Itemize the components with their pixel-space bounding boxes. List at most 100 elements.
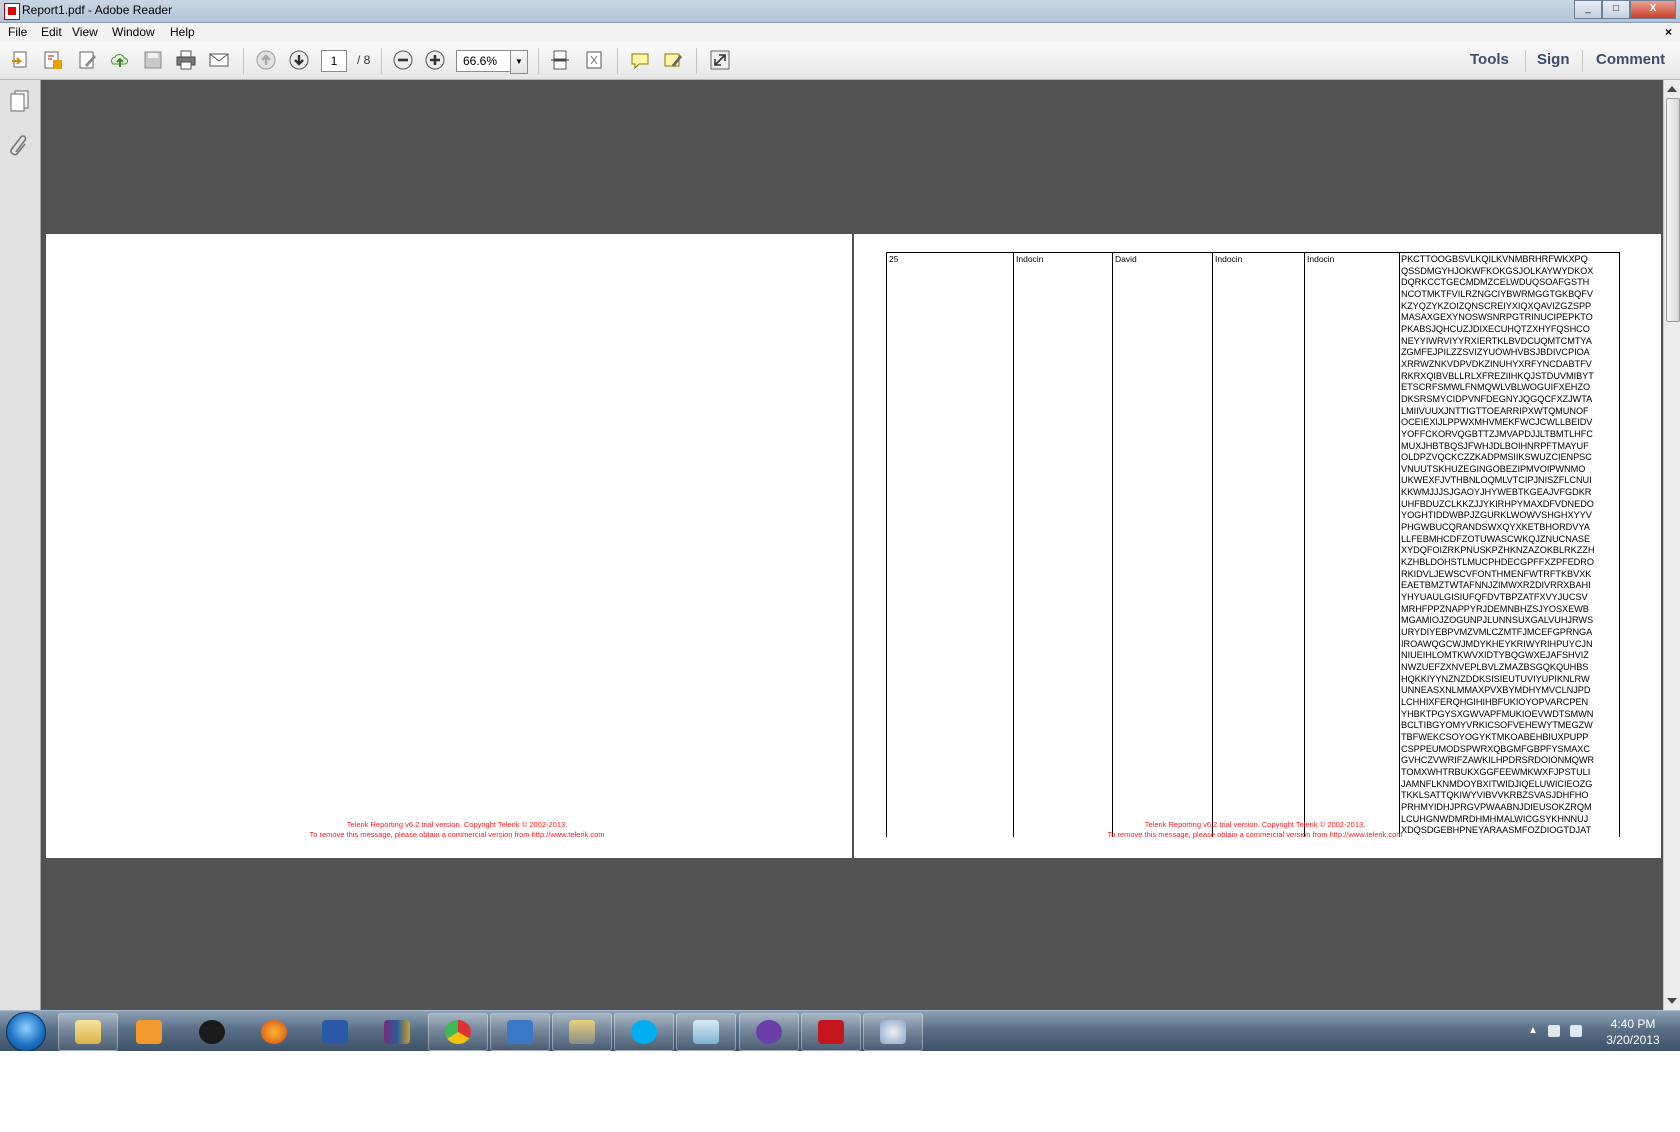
taskbar-chrome[interactable] — [428, 1013, 488, 1051]
watermark-line-1: Telerik Reporting v6.2 trial version. Co… — [346, 820, 568, 829]
zoom-dropdown-button[interactable]: ▼ — [510, 50, 528, 74]
system-clock[interactable]: 4:40 PM 3/20/2013 — [1598, 1016, 1668, 1048]
maximize-button[interactable]: □ — [1602, 0, 1630, 19]
firefox-icon — [261, 1020, 287, 1044]
zoom-in-button[interactable] — [424, 49, 446, 71]
minus-circle-icon — [393, 50, 413, 70]
upload-cloud-button[interactable] — [109, 49, 131, 71]
edit-pdf-button[interactable] — [77, 49, 99, 71]
watermark-line-1: Telerik Reporting v6.2 trial version. Co… — [1144, 820, 1366, 829]
table-cell: Indocin — [1215, 254, 1243, 264]
paperclip-icon — [10, 135, 27, 156]
fit-page-button[interactable] — [583, 49, 605, 71]
fit-page-icon — [586, 51, 602, 69]
tools-pane-button[interactable]: Tools — [1470, 51, 1509, 68]
page-number-input[interactable]: 1 — [321, 50, 347, 72]
toolbar-separator — [538, 48, 539, 74]
network-icon[interactable] — [1548, 1025, 1560, 1037]
taskbar-hp[interactable] — [182, 1013, 242, 1051]
scroll-up-arrow-icon[interactable] — [1667, 86, 1677, 92]
taskbar-skype[interactable] — [614, 1013, 674, 1051]
edit-pdf-icon — [79, 51, 96, 69]
taskbar-app-blue[interactable] — [490, 1013, 550, 1051]
menu-file[interactable]: File — [8, 25, 27, 39]
taskbar-explorer[interactable] — [58, 1013, 118, 1051]
media-player-icon — [136, 1020, 162, 1044]
column-border — [1399, 252, 1400, 837]
close-document-button[interactable]: × — [1665, 25, 1672, 39]
windows-taskbar: ▲ 4:40 PM 3/20/2013 — [0, 1010, 1680, 1052]
sticky-note-button[interactable] — [629, 49, 651, 71]
taskbar-word[interactable] — [305, 1013, 365, 1051]
window-controls: _ □ X — [1574, 0, 1676, 19]
taskbar-firefox[interactable] — [244, 1013, 304, 1051]
column-border — [1304, 252, 1305, 837]
pages-icon — [10, 90, 29, 112]
taskbar-app-tools[interactable] — [552, 1013, 612, 1051]
menu-help[interactable]: Help — [170, 25, 195, 39]
start-button[interactable] — [6, 1012, 46, 1052]
table-cell: David — [1115, 254, 1137, 264]
skype-icon — [631, 1020, 657, 1044]
scrollbar-thumb[interactable] — [1666, 98, 1680, 322]
print-button[interactable] — [175, 49, 197, 71]
open-file-button[interactable] — [10, 49, 32, 71]
chrome-icon — [445, 1020, 471, 1044]
highlighter-icon — [664, 53, 682, 67]
save-button[interactable] — [142, 49, 164, 71]
scroll-down-arrow-icon[interactable] — [1667, 998, 1677, 1004]
watermark-line-2: To remove this message, please obtain a … — [309, 829, 605, 839]
scrolling-mode-button[interactable] — [549, 49, 571, 71]
app-icon — [507, 1020, 533, 1044]
create-pdf-icon — [44, 51, 62, 69]
email-button[interactable] — [208, 49, 230, 71]
zoom-out-button[interactable] — [392, 49, 414, 71]
expand-arrows-icon — [710, 50, 730, 70]
comment-pane-button[interactable]: Comment — [1596, 51, 1665, 68]
toolbar-separator — [696, 48, 697, 74]
adobe-reader-icon — [818, 1020, 844, 1044]
previous-page-button[interactable] — [255, 49, 277, 71]
full-screen-button[interactable] — [709, 49, 731, 71]
close-window-button[interactable]: X — [1630, 0, 1676, 19]
document-view[interactable]: Telerik Reporting v6.2 trial version. Co… — [41, 80, 1663, 1010]
taskbar-visual-studio[interactable] — [739, 1013, 799, 1051]
word-icon — [322, 1020, 348, 1044]
page-thumbnails-button[interactable] — [8, 88, 32, 114]
toolbar-separator — [243, 48, 244, 74]
winrar-icon — [384, 1020, 410, 1044]
highlight-text-button[interactable] — [662, 49, 684, 71]
adobe-reader-icon — [4, 3, 20, 20]
minimize-button[interactable]: _ — [1574, 0, 1602, 19]
taskbar-adobe-reader[interactable] — [801, 1013, 861, 1051]
navigation-pane — [0, 80, 41, 1010]
watermark-line-2: To remove this message, please obtain a … — [1107, 829, 1403, 839]
vertical-scrollbar[interactable] — [1663, 80, 1680, 1010]
taskbar-paint[interactable] — [863, 1013, 923, 1051]
create-pdf-button[interactable] — [42, 49, 64, 71]
save-disk-icon — [144, 51, 162, 69]
menu-edit[interactable]: Edit — [41, 25, 62, 39]
report-table: 25 Indocin David Indocin Indocin PKCTTOO… — [886, 252, 1620, 837]
next-page-button[interactable] — [288, 49, 310, 71]
envelope-icon — [209, 53, 229, 67]
page-icon — [693, 1020, 719, 1044]
table-cell: Indocin — [1016, 254, 1044, 264]
menu-view[interactable]: View — [72, 25, 98, 39]
show-hidden-icons-button[interactable]: ▲ — [1528, 1025, 1540, 1037]
menu-window[interactable]: Window — [112, 25, 155, 39]
taskbar-media-player[interactable] — [119, 1013, 179, 1051]
attachments-button[interactable] — [8, 132, 32, 158]
taskbar-winrar[interactable] — [367, 1013, 427, 1051]
trial-watermark: Telerik Reporting v6.2 trial version. Co… — [294, 820, 620, 839]
sign-pane-button[interactable]: Sign — [1537, 51, 1570, 68]
taskbar-app-page[interactable] — [676, 1013, 736, 1051]
toolbar-separator — [381, 48, 382, 74]
arrow-down-circle-icon — [289, 50, 309, 70]
folder-icon — [75, 1020, 101, 1044]
empty-desktop-area — [0, 1051, 1680, 1132]
volume-icon[interactable] — [1570, 1025, 1582, 1037]
zoom-level-input[interactable]: 66.6% — [456, 50, 512, 72]
toolbar-separator — [1525, 50, 1526, 72]
page-total: / 8 — [357, 53, 371, 67]
